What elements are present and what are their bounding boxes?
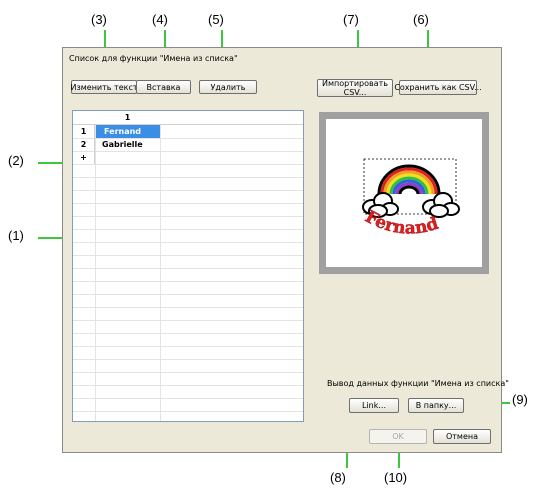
callout-3: (3) (91, 12, 107, 27)
output-label: Вывод данных функции "Имена из списка" (327, 379, 509, 388)
column-header-1[interactable]: 1 (95, 111, 160, 124)
callout-10: (10) (384, 470, 408, 485)
callout-6: (6) (413, 12, 429, 27)
callout-5: (5) (208, 12, 224, 27)
rainbow-icon (377, 164, 441, 195)
ok-button[interactable]: OK (369, 429, 427, 444)
dialog-title: Список для функции "Имена из списка" (69, 54, 238, 63)
callout-8: (8) (330, 470, 346, 485)
rainbow-cloud-preview: Fernand (361, 158, 460, 239)
callout-9: (9) (512, 392, 528, 407)
names-list-dialog: Список для функции "Имена из списка" Изм… (62, 47, 509, 453)
insert-button[interactable]: Вставка (136, 80, 191, 94)
link-button[interactable]: Link... (349, 398, 399, 413)
callout-1: (1) (8, 228, 24, 243)
name-cell-gabrielle[interactable]: Gabrielle (96, 138, 160, 151)
save-as-csv-button[interactable]: Сохранить как CSV... (394, 80, 482, 95)
delete-button[interactable]: Удалить (199, 80, 257, 94)
edit-text-button[interactable]: Изменить текст (71, 80, 138, 94)
cancel-button[interactable]: Отмена (433, 429, 491, 444)
import-csv-button[interactable]: Импортировать CSV... (317, 79, 393, 97)
new-row-marker[interactable]: + (73, 151, 95, 164)
preview-frame: Fernand (319, 112, 489, 274)
to-folder-button[interactable]: В папку... (408, 398, 464, 413)
grid-header-row: 1 (73, 111, 303, 125)
callout-7: (7) (343, 12, 359, 27)
name-cell-fernand[interactable]: Fernand (96, 125, 160, 138)
callout-2: (2) (8, 153, 24, 168)
preview-canvas: Fernand (326, 119, 482, 267)
row-header-2[interactable]: 2 (73, 138, 95, 151)
callout-4: (4) (152, 12, 168, 27)
names-grid[interactable]: 1 1 Fernand 2 Gabrielle + (72, 110, 304, 422)
right-cloud-icon (422, 192, 460, 218)
row-header-1[interactable]: 1 (73, 125, 95, 138)
